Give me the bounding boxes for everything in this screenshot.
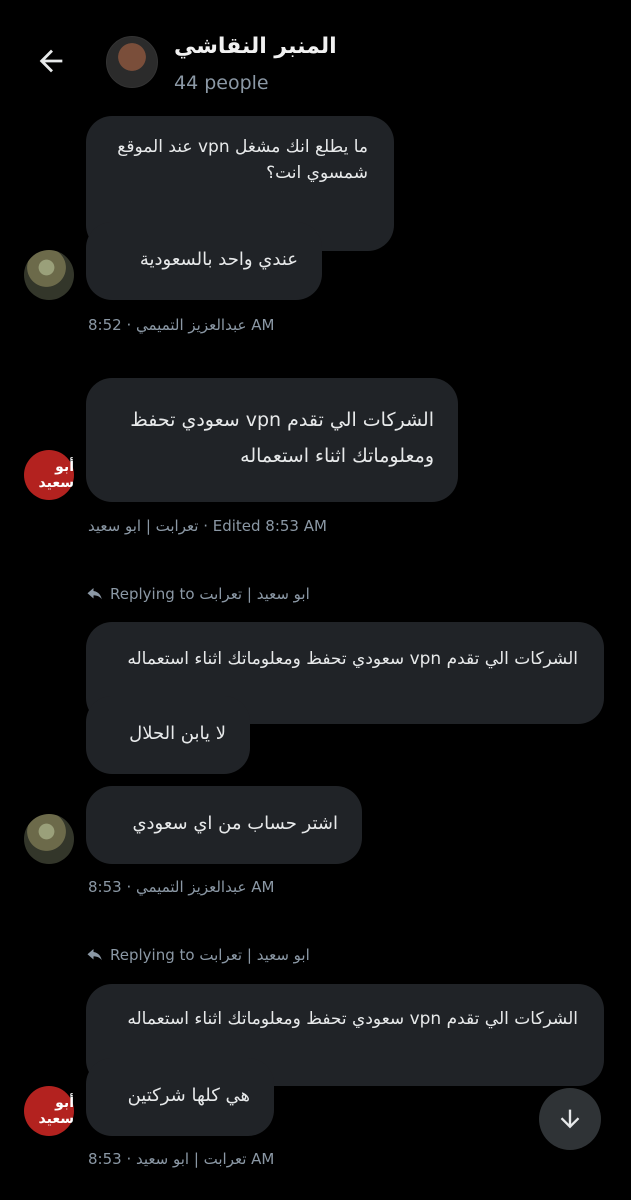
message-meta: عبدالعزيز التميمي · 8:53 AM: [88, 878, 275, 896]
avatar[interactable]: أبو سعيد: [24, 1086, 74, 1136]
message-bubble[interactable]: هي كلها شركتين: [86, 1058, 274, 1136]
message-text: لا يابن الحلال: [129, 723, 226, 744]
message-bubble[interactable]: الشركات الي تقدم vpn سعودي تحفظ ومعلومات…: [86, 378, 458, 502]
scroll-to-bottom-button[interactable]: [539, 1088, 601, 1150]
avatar-text: أبو سعيد: [38, 1095, 74, 1127]
replying-to-text: Replying to ابو سعيد | تعرابت: [110, 585, 310, 603]
replying-to-text: Replying to ابو سعيد | تعرابت: [110, 946, 310, 964]
back-button[interactable]: [34, 44, 68, 78]
quoted-message-text: ما يطلع انك مشغل vpn عند الموقع شمسوي ان…: [117, 137, 368, 183]
quoted-message-text: الشركات الي تقدم vpn سعودي تحفظ ومعلومات…: [127, 649, 578, 669]
message-text: الشركات الي تقدم vpn سعودي تحفظ ومعلومات…: [130, 409, 434, 467]
avatar[interactable]: أبو سعيد: [24, 450, 74, 500]
message-meta: عبدالعزيز التميمي · 8:52 AM: [88, 316, 275, 334]
group-member-count[interactable]: 44 people: [174, 72, 269, 94]
avatar-text: أبو سعيد: [38, 459, 74, 491]
message-bubble[interactable]: اشتر حساب من اي سعودي: [86, 786, 362, 864]
message-meta: تعرابت | ابو سعيد · Edited 8:53 AM: [88, 517, 327, 535]
message-text: عندي واحد بالسعودية: [139, 249, 298, 270]
back-arrow-icon: [39, 49, 63, 73]
replying-to-label: Replying to ابو سعيد | تعرابت: [86, 946, 310, 964]
group-avatar[interactable]: [106, 36, 158, 88]
reply-arrow-icon: [87, 949, 102, 961]
scroll-down-icon: [560, 1109, 580, 1129]
quoted-message-text: الشركات الي تقدم vpn سعودي تحفظ ومعلومات…: [127, 1009, 578, 1029]
avatar[interactable]: [24, 250, 74, 300]
message-bubble[interactable]: لا يابن الحلال: [86, 696, 250, 774]
message-text: اشتر حساب من اي سعودي: [132, 813, 338, 834]
reply-arrow-icon: [87, 588, 102, 600]
message-meta: تعرابت | ابو سعيد · 8:53 AM: [88, 1150, 275, 1168]
message-text: هي كلها شركتين: [127, 1085, 250, 1106]
replying-to-label: Replying to ابو سعيد | تعرابت: [86, 585, 310, 603]
avatar[interactable]: [24, 814, 74, 864]
message-bubble[interactable]: عندي واحد بالسعودية: [86, 222, 322, 300]
group-title: المنبر النقاشي: [174, 34, 337, 59]
